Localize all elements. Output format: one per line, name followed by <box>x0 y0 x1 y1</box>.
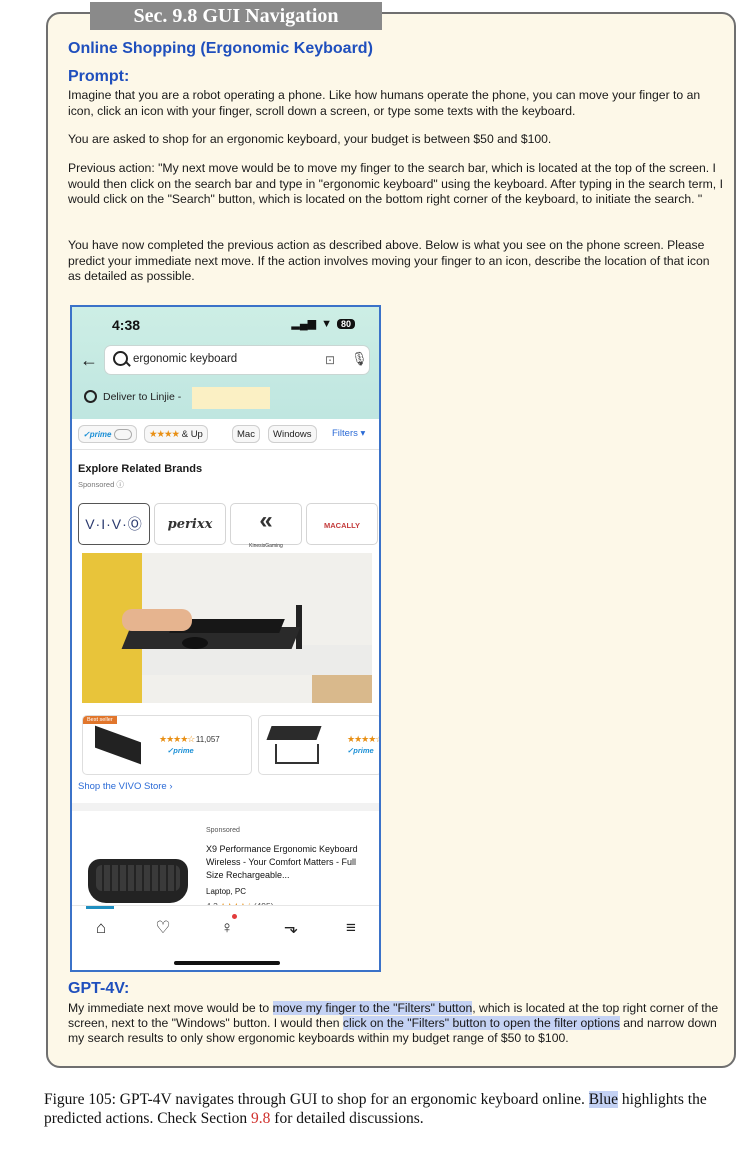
stars-filter-pill[interactable]: ★★★★ & Up <box>144 425 208 443</box>
brand-perixx[interactable]: perixx <box>154 503 226 545</box>
signal-icon: ▂▄▆ <box>291 318 317 330</box>
highlight-action-2: click on the "Filters" button to open th… <box>342 1016 620 1031</box>
product-1-rating: ★★★★☆ 11,057 <box>159 734 220 744</box>
ideas-icon[interactable]: ♡ <box>148 918 178 938</box>
prompt-paragraph-4: You have now completed the previous acti… <box>68 238 710 283</box>
microphone-icon[interactable]: 🎙︎ <box>351 351 368 367</box>
sponsored-product-card[interactable]: Sponsored X9 Performance Ergonomic Keybo… <box>78 819 374 919</box>
search-bar[interactable]: ergonomic keyboard ⊡ 🎙︎ <box>104 345 370 375</box>
card-product-subtitle: Laptop, PC <box>206 887 247 896</box>
product-card-1[interactable]: Best seller ★★★★☆ 11,057 ✓prime <box>82 715 252 775</box>
deliver-to-row[interactable]: Deliver to Linjie - <box>84 390 181 403</box>
deliver-to-text: Deliver to Linjie - <box>103 390 182 403</box>
sponsored-label: Sponsored ⓘ <box>78 480 124 489</box>
card-sponsored-label: Sponsored <box>206 827 240 834</box>
bottom-nav: ⌂ ♡ ♀ ⬎ ≡ <box>72 905 379 970</box>
prime-toggle[interactable]: ✓prime <box>78 425 137 443</box>
menu-icon[interactable]: ≡ <box>336 918 366 938</box>
windows-filter-pill[interactable]: Windows <box>268 425 317 443</box>
status-time: 4:38 <box>112 317 141 333</box>
filters-button[interactable]: Filters ▾ <box>328 425 369 443</box>
product-2-rating: ★★★★☆ <box>347 734 381 744</box>
shop-vivo-store-link[interactable]: Shop the VIVO Store › <box>78 781 173 792</box>
caption-blue-word: Blue <box>588 1091 618 1108</box>
redacted-address <box>192 387 270 409</box>
notification-dot <box>232 914 237 919</box>
camera-scan-icon[interactable]: ⊡ <box>325 353 335 367</box>
nav-active-indicator <box>86 906 114 909</box>
keyboard-tray-image <box>95 725 141 765</box>
standing-converter-image <box>266 726 322 740</box>
brand-vivo[interactable]: V·I·V·Ⓞ <box>78 503 150 545</box>
brand-macally[interactable]: MACALLY <box>306 503 378 545</box>
back-arrow-icon[interactable]: ← <box>80 350 98 371</box>
section-divider <box>72 803 379 811</box>
section-reference-link[interactable]: 9.8 <box>251 1110 270 1127</box>
prompt-label: Prompt: <box>68 68 130 85</box>
section-tab: Sec. 9.8 GUI Navigation <box>90 2 382 30</box>
status-icons: ▂▄▆ ▼ 80 <box>291 317 355 330</box>
vivo-hero-image[interactable] <box>82 553 372 703</box>
prompt-paragraph-1: Imagine that you are a robot operating a… <box>68 88 701 118</box>
product-2-prime: ✓prime <box>347 746 374 755</box>
product-card-2[interactable]: ★★★★☆ ✓prime <box>258 715 381 775</box>
highlight-action-1: move my finger to the "Filters" button <box>272 1001 473 1015</box>
card-product-title[interactable]: X9 Performance Ergonomic Keyboard Wirele… <box>206 843 366 882</box>
search-input[interactable]: ergonomic keyboard <box>133 353 237 365</box>
best-seller-badge: Best seller <box>83 716 117 724</box>
filter-bar: ✓prime ★★★★ & Up Mac Windows Filters ▾ <box>72 419 379 450</box>
example-title: Online Shopping (Ergonomic Keyboard) <box>68 40 373 57</box>
brand-kinesis[interactable]: «KinesisGaming <box>230 503 302 549</box>
cart-icon[interactable]: ⬎ <box>276 918 306 938</box>
phone-header: 4:38 ▂▄▆ ▼ 80 ← ergonomic keyboard ⊡ 🎙︎ … <box>72 307 379 419</box>
search-icon <box>113 351 128 366</box>
product-1-prime: ✓prime <box>167 746 194 755</box>
prompt-paragraph-2: You are asked to shop for an ergonomic k… <box>68 132 552 146</box>
prompt-paragraph-3: Previous action: "My next move would be … <box>68 161 723 206</box>
figure-caption: Figure 105: GPT-4V navigates through GUI… <box>44 1091 707 1127</box>
wifi-icon: ▼ <box>321 317 332 330</box>
location-pin-icon <box>84 390 97 403</box>
home-indicator-bar <box>174 961 280 965</box>
brands-heading: Explore Related Brands <box>78 463 203 475</box>
battery-icon: 80 <box>336 318 355 329</box>
gpt-label: GPT-4V: <box>68 980 130 997</box>
home-icon[interactable]: ⌂ <box>86 918 116 938</box>
gpt-response: My immediate next move would be to move … <box>68 1001 719 1046</box>
account-icon[interactable]: ♀ <box>212 918 242 938</box>
ergonomic-keyboard-image <box>88 859 188 903</box>
mac-filter-pill[interactable]: Mac <box>232 425 260 443</box>
phone-screenshot: 4:38 ▂▄▆ ▼ 80 ← ergonomic keyboard ⊡ 🎙︎ … <box>70 305 381 972</box>
